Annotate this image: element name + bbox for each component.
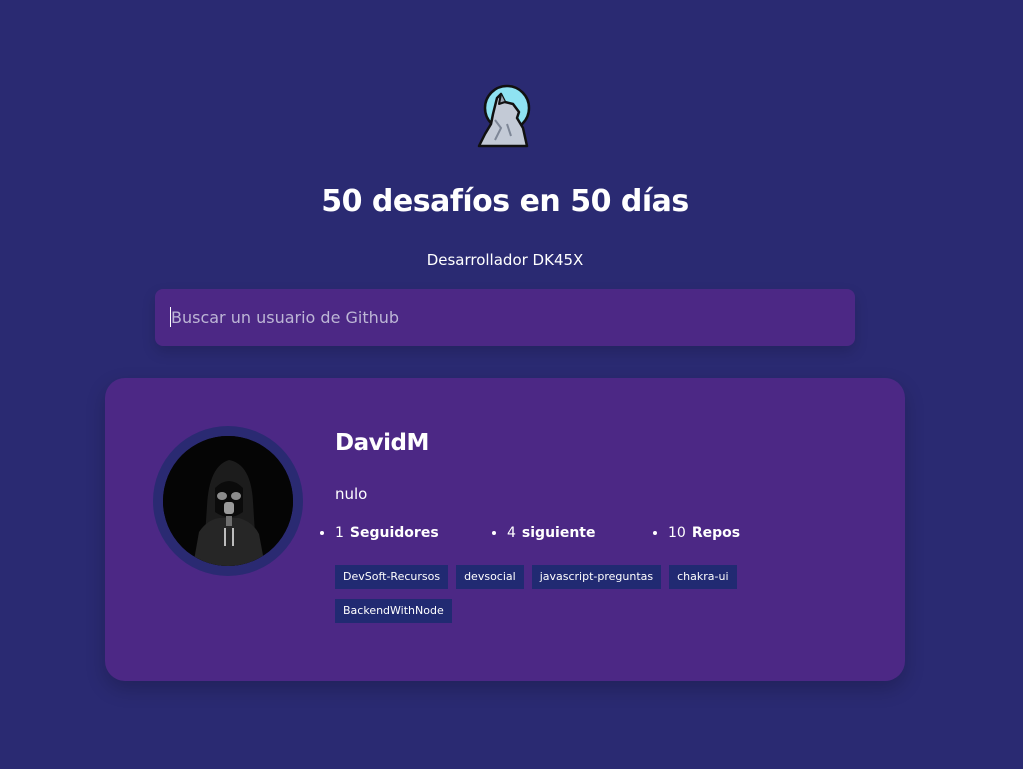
search-input[interactable]: [171, 289, 855, 346]
text-caret: [170, 307, 171, 327]
repo-link[interactable]: javascript-preguntas: [531, 565, 662, 589]
following-count: 4: [507, 525, 516, 541]
repos-label: Repos: [691, 525, 741, 541]
followers-stat: 1 Seguidores: [335, 525, 439, 541]
following-label: siguiente: [521, 525, 596, 541]
howling-wolf-icon: [477, 84, 531, 148]
repos-count: 10: [668, 525, 686, 541]
followers-label: Seguidores: [349, 525, 439, 541]
search-form: [155, 289, 855, 346]
repo-link[interactable]: BackendWithNode: [335, 599, 452, 623]
repo-link[interactable]: chakra-ui: [669, 565, 737, 589]
profile-card: DavidM nulo 1 Seguidores 4 siguiente 10 Rep…: [105, 378, 905, 681]
followers-count: 1: [335, 525, 344, 541]
profile-name: DavidM: [335, 430, 429, 456]
repo-link[interactable]: devsocial: [456, 565, 524, 589]
avatar-ring: [153, 426, 303, 576]
profile-bio: nulo: [335, 485, 368, 503]
page-title: 50 desafíos en 50 días: [321, 184, 689, 219]
repos-stat: 10 Repos: [668, 525, 740, 541]
page-subtitle: Desarrollador DK45X: [426, 251, 584, 269]
gas-mask-hoodie-avatar: [163, 436, 293, 566]
repo-link[interactable]: DevSoft-Recursos: [335, 565, 449, 589]
avatar: [163, 436, 293, 566]
following-stat: 4 siguiente: [507, 525, 596, 541]
page: 50 desafíos en 50 días Desarrollador DK4…: [0, 0, 1023, 769]
repo-list: DevSoft-Recursos devsocial javascript-pr…: [335, 565, 855, 623]
